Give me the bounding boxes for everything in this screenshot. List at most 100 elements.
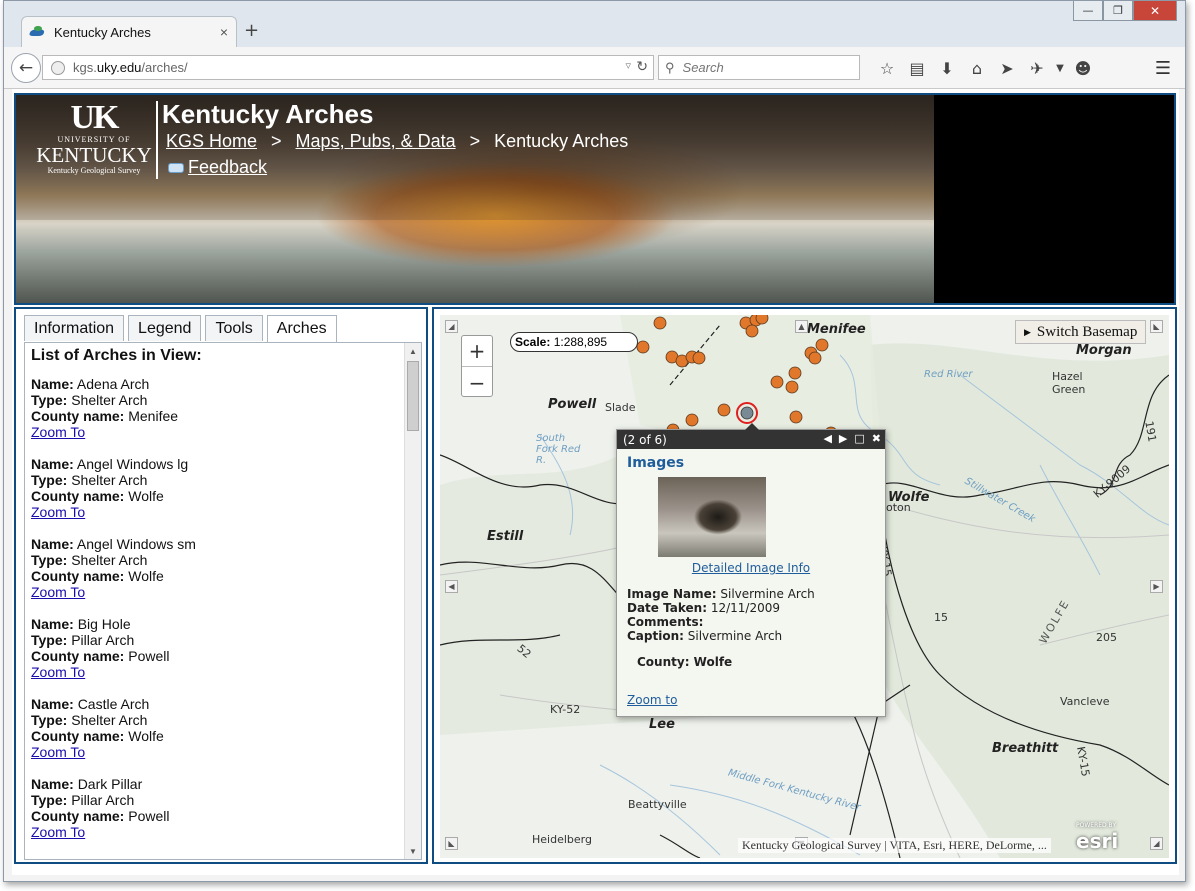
map-label-slade: Slade <box>605 401 636 414</box>
switch-basemap-button[interactable]: ▶ Switch Basemap <box>1015 320 1147 344</box>
popup-close-icon[interactable]: ✖ <box>872 432 881 445</box>
map-label-heidelberg: Heidelberg <box>532 833 592 846</box>
scale-display: Scale: 1:288,895 <box>510 332 638 352</box>
pan-right-button[interactable]: ▶ <box>1150 580 1163 593</box>
popup-zoom-to-link[interactable]: Zoom to <box>627 693 875 707</box>
zoom-to-link[interactable]: Zoom To <box>31 824 85 840</box>
scroll-thumb[interactable] <box>407 361 419 431</box>
feedback-icon <box>166 161 184 175</box>
map-label-morgan: Morgan <box>1076 343 1132 358</box>
detailed-image-info-link[interactable]: Detailed Image Info <box>627 561 875 575</box>
zoom-to-link[interactable]: Zoom To <box>31 584 85 600</box>
map-label-oton: oton <box>886 501 911 514</box>
reload-icon[interactable]: ↻ <box>636 58 648 75</box>
map-attribution: Kentucky Geological Survey | VITA, Esri,… <box>738 838 1051 853</box>
zoom-to-link[interactable]: Zoom To <box>31 744 85 760</box>
extension-dropdown-icon[interactable]: ▼ <box>1052 57 1068 79</box>
list-scrollbar[interactable]: ▲ ▼ <box>404 343 421 859</box>
arch-photo-thumbnail[interactable] <box>658 477 766 557</box>
send-icon[interactable]: ➤ <box>992 57 1022 79</box>
home-icon[interactable]: ⌂ <box>962 57 992 79</box>
pan-upper-right-button[interactable]: ◣ <box>1150 320 1163 333</box>
history-dropdown-icon[interactable]: ▿ <box>625 59 631 72</box>
tab-information[interactable]: Information <box>24 315 125 341</box>
pan-lower-right-button[interactable]: ◢ <box>1150 837 1163 850</box>
page-title: Kentucky Arches <box>162 99 374 129</box>
map-view[interactable]: Menifee Morgan Hazel Green Red River Pow… <box>440 315 1169 858</box>
map-label-205: 205 <box>1096 631 1117 644</box>
breadcrumb-current: Kentucky Arches <box>494 131 629 151</box>
popup-pointer <box>745 423 759 430</box>
download-icon[interactable]: ⬇ <box>932 57 962 79</box>
map-label-menifee: Menifee <box>807 322 866 337</box>
esri-logo[interactable]: POWERED BY esri <box>1076 823 1118 854</box>
arches-list[interactable]: List of Arches in View: Name: Adena Arch… <box>24 342 422 860</box>
pan-up-button[interactable]: ▲ <box>795 320 808 333</box>
zoom-out-button[interactable]: − <box>462 367 492 398</box>
browser-tab[interactable]: Kentucky Arches × <box>21 16 237 47</box>
back-button[interactable]: ← <box>11 53 41 83</box>
popup-field: Date Taken: 12/11/2009 <box>627 601 780 615</box>
tab-close-icon[interactable]: × <box>220 24 228 40</box>
popup-fields: Image Name: Silvermine Arch Date Taken: 1… <box>627 587 875 643</box>
tab-title: Kentucky Arches <box>54 24 151 40</box>
zoom-to-link[interactable]: Zoom To <box>31 664 85 680</box>
back-arrow-icon: ← <box>18 58 34 78</box>
info-popup: (2 of 6) ◀ ▶ □ ✖ Images Detailed Image I… <box>616 423 886 717</box>
list-item: Name: Big Hole Type: Pillar Arch County na… <box>31 616 170 680</box>
hamburger-menu-icon[interactable]: ☰ <box>1155 58 1171 79</box>
bookmark-star-icon[interactable]: ☆ <box>872 57 902 79</box>
zoom-control: + − <box>461 335 493 397</box>
pan-left-button[interactable]: ◀ <box>445 580 458 593</box>
map-label-lee: Lee <box>649 717 675 732</box>
extension-icon[interactable]: ✈ <box>1022 57 1052 79</box>
favicon-icon <box>30 25 46 39</box>
minimize-button[interactable]: — <box>1073 1 1103 21</box>
arches-list-heading: List of Arches in View: <box>31 347 202 364</box>
maximize-button[interactable]: ❐ <box>1103 1 1133 21</box>
zoom-to-link[interactable]: Zoom To <box>31 424 85 440</box>
search-input[interactable] <box>680 59 831 76</box>
tab-legend[interactable]: Legend <box>128 315 202 341</box>
window-close-button[interactable]: ✕ <box>1133 1 1177 21</box>
side-panel: Information Legend Tools Arches List of … <box>14 307 428 864</box>
globe-icon <box>51 60 65 75</box>
pan-upper-left-button[interactable]: ◢ <box>445 320 458 333</box>
popup-field: Caption: Silvermine Arch <box>627 629 783 643</box>
url-text: kgs.uky.edu/arches/ <box>73 60 188 75</box>
navigation-bar: ← kgs.uky.edu/arches/ ▿ ↻ ⚲ ☆ ▤ ⬇ ⌂ ➤ ✈ … <box>4 47 1185 89</box>
new-tab-button[interactable]: + <box>244 21 259 41</box>
map-label-powell: Powell <box>548 397 597 412</box>
reading-list-icon[interactable]: ▤ <box>902 57 932 79</box>
zoom-to-link[interactable]: Zoom To <box>31 504 85 520</box>
scroll-up-icon[interactable]: ▲ <box>405 343 421 359</box>
smiley-icon[interactable]: ☻ <box>1068 57 1098 79</box>
page-content: UK UNIVERSITY OF KENTUCKY Kentucky Geolo… <box>12 89 1179 875</box>
search-box[interactable]: ⚲ <box>658 55 860 80</box>
popup-maximize-icon[interactable]: □ <box>854 432 864 445</box>
window-controls: — ❐ ✕ <box>1073 1 1177 21</box>
breadcrumb-maps-pubs-data[interactable]: Maps, Pubs, & Data <box>296 131 456 152</box>
popup-section-title: Images <box>627 455 685 471</box>
popup-field: Comments: <box>627 615 704 629</box>
map-label-hazel-green: Hazel Green <box>1052 370 1086 396</box>
address-bar[interactable]: kgs.uky.edu/arches/ ▿ ↻ <box>42 55 654 80</box>
logo-divider <box>156 101 158 179</box>
toolbar-icons: ☆ ▤ ⬇ ⌂ ➤ ✈ ▼ ☻ <box>872 57 1098 79</box>
zoom-in-button[interactable]: + <box>462 336 492 367</box>
feedback-link[interactable]: Feedback <box>188 157 267 178</box>
popup-next-icon[interactable]: ▶ <box>839 432 847 445</box>
popup-counter: (2 of 6) <box>623 432 667 447</box>
tab-arches[interactable]: Arches <box>266 315 337 342</box>
popup-previous-icon[interactable]: ◀ <box>823 432 831 445</box>
breadcrumb: KGS Home > Maps, Pubs, & Data > Kentucky… <box>166 131 629 152</box>
list-item: Name: Angel Windows lg Type: Shelter Arch… <box>31 456 189 520</box>
map-label-vancleve: Vancleve <box>1060 695 1110 708</box>
pan-lower-left-button[interactable]: ◣ <box>445 837 458 850</box>
breadcrumb-kgs-home[interactable]: KGS Home <box>166 131 257 152</box>
tab-tools[interactable]: Tools <box>205 315 263 341</box>
tab-bar: Kentucky Arches × + — ❐ ✕ <box>4 1 1185 47</box>
arch-items: Name: Adena Arch Type: Shelter Arch County… <box>31 376 421 840</box>
scroll-down-icon[interactable]: ▼ <box>405 843 421 859</box>
uk-logo[interactable]: UK UNIVERSITY OF KENTUCKY Kentucky Geolo… <box>30 101 158 181</box>
